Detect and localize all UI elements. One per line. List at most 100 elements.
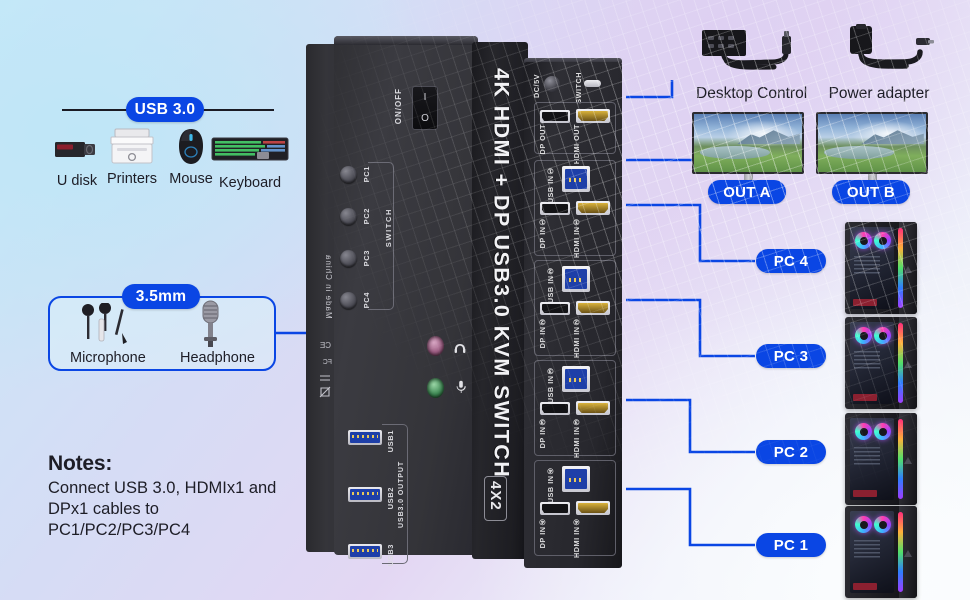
switch-button-pc2[interactable] bbox=[340, 208, 357, 225]
peripheral-label: Keyboard bbox=[218, 175, 282, 191]
hdmi-in-2-port[interactable] bbox=[576, 301, 610, 315]
pc-3-badge: PC 3 bbox=[756, 344, 826, 368]
wire-pc2 bbox=[626, 398, 755, 454]
firmware-switch-port[interactable] bbox=[584, 80, 601, 87]
pc-tower-4 bbox=[845, 222, 917, 314]
dp-in-2-label: DP IN② bbox=[538, 317, 547, 349]
monitor-icon bbox=[692, 112, 804, 174]
dc-power-jack[interactable] bbox=[544, 76, 560, 92]
wire-pc1 bbox=[626, 487, 755, 547]
pc-tower-2 bbox=[845, 413, 917, 505]
accessory-power-adapter: Power adapter bbox=[820, 24, 938, 103]
svg-text:CE: CE bbox=[320, 341, 331, 350]
pc-2-badge: PC 2 bbox=[756, 440, 826, 464]
earphones-icon bbox=[78, 302, 140, 352]
switch-button-pc1[interactable] bbox=[340, 166, 357, 183]
dp-in-3-port[interactable] bbox=[540, 402, 570, 415]
hdmi-in-1-port[interactable] bbox=[576, 201, 610, 215]
psu-shroud bbox=[853, 394, 877, 401]
dp-in-1-port[interactable] bbox=[540, 202, 570, 215]
rgb-strip bbox=[898, 512, 903, 592]
headphone-icon bbox=[454, 341, 466, 359]
usb-port-3-label: USB3 bbox=[386, 544, 395, 567]
switch-button-pc3-label: PC3 bbox=[362, 250, 371, 267]
notes-heading: Notes: bbox=[48, 452, 113, 475]
psu-shroud bbox=[853, 583, 877, 590]
psu-shroud bbox=[853, 299, 877, 306]
hdmi-in-4-port[interactable] bbox=[576, 501, 610, 515]
switch-button-pc4-label: PC4 bbox=[362, 292, 371, 309]
brand-logo bbox=[904, 457, 912, 464]
svg-text:FC: FC bbox=[323, 359, 332, 366]
desktop-control-icon bbox=[696, 28, 806, 81]
device-product-title: 4K HDMI + DP USB3.0 KVM SWITCH bbox=[489, 68, 514, 479]
rgb-fan bbox=[874, 232, 891, 249]
pc-1-badge: PC 1 bbox=[756, 533, 826, 557]
power-adapter-icon bbox=[820, 24, 938, 81]
usb-port-3[interactable] bbox=[348, 544, 382, 559]
usb-in-2-port[interactable] bbox=[562, 266, 590, 292]
infographic-canvas: USB 3.0 U disk Printers Mouse Keyboard 3… bbox=[0, 0, 970, 600]
dp-in-4-label: DP IN④ bbox=[538, 517, 547, 549]
audio-label-microphone: Microphone bbox=[70, 350, 146, 366]
usb-in-3-port[interactable] bbox=[562, 366, 590, 392]
usb-in-4-port[interactable] bbox=[562, 466, 590, 492]
accessory-label: Power adapter bbox=[828, 85, 930, 102]
rgb-fan bbox=[855, 327, 872, 344]
ram-modules bbox=[854, 447, 880, 467]
rocker-on-mark: I bbox=[423, 92, 427, 103]
rgb-fan bbox=[855, 423, 872, 440]
device-rear-panel: DC/5V SWITCH DP OUT HDMI OUT USB IN① DP … bbox=[524, 62, 622, 568]
device-top-edge bbox=[334, 36, 478, 45]
brand-logo bbox=[904, 550, 912, 557]
power-label: ON/OFF bbox=[394, 88, 403, 125]
microphone-jack[interactable] bbox=[427, 378, 444, 398]
peripheral-keyboard: Keyboard bbox=[211, 130, 289, 191]
accessory-label: Desktop Control bbox=[696, 85, 808, 102]
monitor-icon bbox=[816, 112, 928, 174]
switch-button-pc3[interactable] bbox=[340, 250, 357, 267]
usb-port-2[interactable] bbox=[348, 487, 382, 502]
switch-button-pc4[interactable] bbox=[340, 292, 357, 309]
switch-button-pc2-label: PC2 bbox=[362, 208, 371, 225]
cert-made-in-china: Made in China bbox=[324, 254, 334, 319]
dp-in-4-port[interactable] bbox=[540, 502, 570, 515]
hdmi-in-2-label: HDMI IN② bbox=[572, 317, 581, 358]
usb-3-badge: USB 3.0 bbox=[126, 97, 204, 122]
dp-out-port[interactable] bbox=[540, 110, 570, 123]
dp-in-1-label: DP IN① bbox=[538, 217, 547, 249]
power-rocker-switch[interactable]: I O bbox=[412, 86, 438, 130]
usb-in-1-port[interactable] bbox=[562, 166, 590, 192]
rgb-strip bbox=[898, 228, 903, 308]
hdmi-in-3-port[interactable] bbox=[576, 401, 610, 415]
ram-modules bbox=[854, 540, 880, 560]
wire-pc4 bbox=[626, 203, 755, 263]
microphone-icon-small bbox=[456, 380, 466, 399]
switch-group-label: SWITCH bbox=[384, 208, 393, 248]
rgb-strip bbox=[898, 323, 903, 403]
audio-label-headphone: Headphone bbox=[180, 350, 255, 366]
cert-symbols: CE FC bbox=[316, 336, 334, 401]
headphone-jack[interactable] bbox=[427, 336, 444, 356]
rgb-fan bbox=[855, 232, 872, 249]
usb-output-label: USB3.0 OUTPUT bbox=[398, 461, 405, 528]
hdmi-out-port[interactable] bbox=[576, 109, 610, 123]
out-a-badge: OUT A bbox=[708, 180, 786, 204]
pc-4-badge: PC 4 bbox=[756, 249, 826, 273]
dc-power-label: DC/5V bbox=[532, 74, 541, 98]
psu-shroud bbox=[853, 490, 877, 497]
hdmi-in-3-label: HDMI IN③ bbox=[572, 417, 581, 458]
usb-port-1-label: USB1 bbox=[386, 430, 395, 453]
usb-port-1[interactable] bbox=[348, 430, 382, 445]
rgb-strip bbox=[898, 419, 903, 499]
wire-pc3 bbox=[626, 298, 755, 358]
device-model-badge: 4X2 bbox=[484, 476, 507, 521]
dp-in-3-label: DP IN③ bbox=[538, 417, 547, 449]
notes-block: Notes: Connect USB 3.0, HDMIx1 and DPx1 … bbox=[48, 452, 298, 541]
notes-body: Connect USB 3.0, HDMIx1 and DPx1 cables … bbox=[48, 479, 277, 540]
rocker-off-mark: O bbox=[421, 113, 429, 124]
ram-modules bbox=[854, 351, 880, 371]
dp-in-2-port[interactable] bbox=[540, 302, 570, 315]
brand-logo bbox=[904, 361, 912, 368]
ram-modules bbox=[854, 256, 880, 276]
